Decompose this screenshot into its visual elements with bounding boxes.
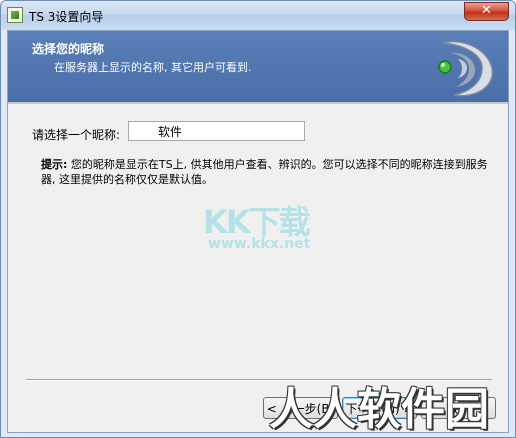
close-button[interactable]: ✕ [464, 2, 509, 21]
watermark-renren: 人人软件园 [269, 384, 489, 435]
hint-body: 您的昵称是显示在TS上, 供其他用户查看、辨识的。您可以选择不同的昵称连接到服务… [41, 158, 488, 186]
wizard-window: TS 3设置向导 ✕ 选择您的昵称 在服务器上显示的名称, 其它用户可看到. 请… [0, 0, 516, 438]
header-banner: 选择您的昵称 在服务器上显示的名称, 其它用户可看到. [8, 31, 508, 104]
watermark-kk-url: www.kkx.net [208, 236, 311, 252]
hint-prefix: 提示: [41, 158, 68, 171]
teamspeak-logo-icon [438, 40, 494, 97]
page-subtitle: 在服务器上显示的名称, 其它用户可看到. [54, 61, 252, 74]
app-icon [7, 7, 23, 23]
title-bar[interactable]: TS 3设置向导 ✕ [1, 1, 515, 30]
nickname-input[interactable] [128, 121, 305, 141]
window-title: TS 3设置向导 [29, 10, 104, 24]
page-title: 选择您的昵称 [32, 42, 105, 56]
close-icon: ✕ [481, 3, 492, 18]
hint-text: 提示: 您的昵称是显示在TS上, 供其他用户查看、辨识的。您可以选择不同的昵称连… [41, 157, 491, 187]
nickname-label: 请选择一个昵称: [32, 128, 121, 142]
